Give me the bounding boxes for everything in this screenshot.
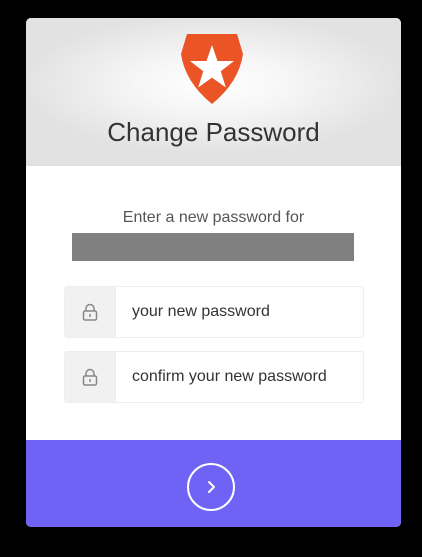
chevron-right-icon xyxy=(208,481,215,493)
redacted-email xyxy=(72,233,354,261)
change-password-card: Change Password Enter a new password for xyxy=(26,18,401,527)
card-header: Change Password xyxy=(26,18,401,166)
new-password-input[interactable] xyxy=(116,287,356,337)
instruction-text: Enter a new password for xyxy=(122,209,305,226)
lock-icon xyxy=(82,368,98,386)
submit-circle xyxy=(187,463,235,511)
page-title: Change Password xyxy=(107,117,320,147)
new-password-icon-cell xyxy=(65,287,116,337)
shield-star-icon xyxy=(181,34,243,104)
confirm-password-icon-cell xyxy=(65,352,116,402)
confirm-password-field xyxy=(64,351,364,403)
submit-button[interactable] xyxy=(26,440,401,527)
confirm-password-input[interactable] xyxy=(116,352,356,402)
new-password-field xyxy=(64,286,364,338)
lock-icon xyxy=(82,303,98,321)
